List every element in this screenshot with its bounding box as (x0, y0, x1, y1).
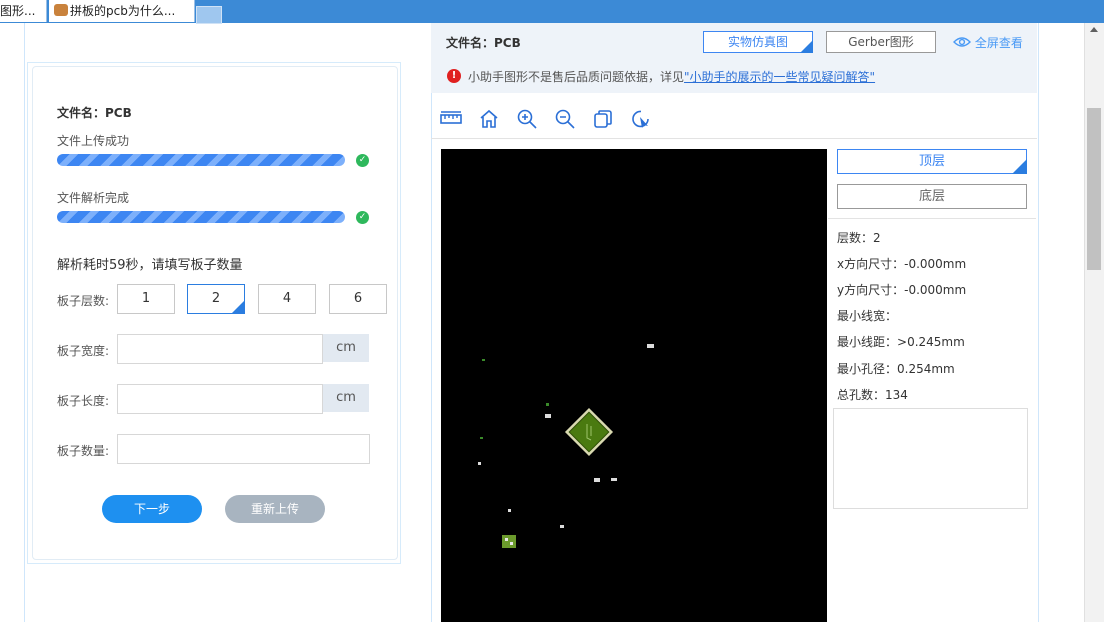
ruler-icon[interactable] (440, 108, 462, 130)
pcb-component (502, 535, 516, 548)
info-layers: 层数：2 (837, 231, 881, 245)
info-y-size: y方向尺寸：-0.000mm (837, 281, 966, 298)
info-min-spacing-value: >0.245mm (897, 335, 965, 349)
zoom-in-icon[interactable] (516, 108, 538, 130)
length-input[interactable] (117, 384, 323, 414)
notice-faq-link[interactable]: "小助手的展示的一些常见疑问解答" (684, 70, 875, 84)
scroll-up-arrow-icon[interactable] (1090, 27, 1098, 32)
info-y-size-label: y方向尺寸： (837, 283, 905, 297)
layer-option-1-label: 1 (141, 291, 151, 306)
pcb-via (546, 403, 549, 406)
toolbar-divider (431, 138, 1037, 139)
quantity-input[interactable] (117, 434, 370, 464)
zoom-out-icon[interactable] (554, 108, 576, 130)
fullscreen-label: 全屏查看 (974, 36, 1023, 50)
new-tab-button[interactable] (196, 6, 222, 24)
left-file-name: 文件名：PCB (57, 106, 132, 120)
pcb-pad (545, 414, 551, 418)
pcb-pad (508, 509, 511, 512)
info-x-size: x方向尺寸：-0.000mm (837, 255, 966, 272)
info-min-hole: 最小孔径：0.254mm (837, 360, 955, 377)
pcb-render (478, 344, 654, 548)
info-min-spacing: 最小线距：>0.245mm (837, 333, 965, 350)
scrollbar-thumb[interactable] (1087, 108, 1101, 270)
info-x-size-value: -0.000mm (904, 257, 967, 271)
real-simulation-label: 实物仿真图 (727, 35, 788, 49)
bear-favicon-icon (54, 4, 68, 16)
pcb-canvas[interactable] (441, 149, 827, 622)
parse-status-label: 文件解析完成 (57, 191, 130, 205)
reupload-button[interactable]: 重新上传 (225, 495, 325, 523)
info-x-size-label: x方向尺寸： (837, 257, 905, 271)
layer-option-6-label: 6 (353, 291, 363, 306)
upload-progress-bar (57, 154, 345, 166)
next-step-button[interactable]: 下一步 (102, 495, 202, 523)
info-min-hole-label: 最小孔径： (837, 362, 898, 376)
upload-status-label: 文件上传成功 (57, 134, 130, 148)
pcb-pad (594, 478, 600, 482)
length-label: 板子长度: (57, 394, 110, 408)
info-min-spacing-label: 最小线距： (837, 335, 898, 349)
quantity-label: 板子数量: (57, 444, 110, 458)
info-y-size-value: -0.000mm (904, 283, 967, 297)
home-icon[interactable] (478, 108, 500, 130)
layer-option-2[interactable]: 2 ✓ (187, 284, 245, 314)
copy-icon[interactable] (592, 108, 614, 130)
info-min-width: 最小线宽： (837, 309, 898, 323)
layer-option-4[interactable]: 4 (258, 284, 316, 314)
browser-tab-1[interactable]: 图形... (0, 0, 47, 22)
layer-option-2-label: 2 (211, 291, 221, 306)
browser-tab-2[interactable]: 拼板的pcb为什么... (49, 0, 195, 22)
parse-progress-bar (57, 211, 345, 223)
parse-success-icon: ✓ (356, 211, 369, 224)
parse-message: 解析耗时59秒，请填写板子数量 (57, 258, 243, 273)
left-guide-line (24, 23, 25, 622)
layer-option-4-label: 4 (282, 291, 292, 306)
pcb-pad (505, 538, 508, 541)
notes-box[interactable] (833, 408, 1028, 509)
browser-tab-1-label: 图形... (0, 4, 36, 18)
layer-option-6[interactable]: 6 (329, 284, 387, 314)
pcb-pad (647, 344, 654, 348)
gerber-button[interactable]: Gerber图形 (826, 31, 936, 53)
upload-success-icon: ✓ (356, 154, 369, 167)
length-unit: cm (323, 384, 369, 412)
pcb-via (480, 437, 483, 439)
top-layer-button[interactable]: 顶层 ✓ (837, 149, 1027, 174)
info-total-holes: 总孔数：134 (837, 388, 908, 402)
real-simulation-button[interactable]: 实物仿真图 ✓ (703, 31, 813, 53)
pcb-pad (478, 462, 481, 465)
width-label: 板子宽度: (57, 344, 110, 358)
info-divider (828, 218, 1036, 219)
pcb-pad (560, 525, 564, 528)
layer-option-1[interactable]: 1 (117, 284, 175, 314)
selected-check-icon: ✓ (235, 296, 243, 306)
top-selected-check-icon: ✓ (1017, 158, 1025, 168)
rotate-cursor-icon[interactable] (630, 108, 652, 130)
fullscreen-button[interactable]: 全屏查看 (953, 34, 1023, 51)
pcb-pad (510, 542, 513, 545)
bottom-layer-button[interactable]: 底层 (837, 184, 1027, 209)
eye-icon (953, 37, 971, 47)
pcb-via (482, 359, 485, 361)
right-file-name: 文件名：PCB (446, 36, 521, 50)
pcb-pad (611, 478, 617, 481)
width-unit: cm (323, 334, 369, 362)
warning-icon: ! (447, 69, 461, 83)
width-input[interactable] (117, 334, 323, 364)
notice-text: 小助手图形不是售后品质问题依据，详见 (468, 70, 685, 84)
browser-tab-2-label: 拼板的pcb为什么... (70, 4, 176, 18)
info-min-hole-value: 0.254mm (897, 362, 955, 376)
notice-line: 小助手图形不是售后品质问题依据，详见"小助手的展示的一些常见疑问解答" (468, 68, 875, 85)
top-layer-label: 顶层 (918, 154, 945, 169)
real-selected-check-icon: ✓ (803, 39, 811, 49)
layers-label: 板子层数: (57, 294, 110, 308)
pcb-board (568, 411, 610, 453)
